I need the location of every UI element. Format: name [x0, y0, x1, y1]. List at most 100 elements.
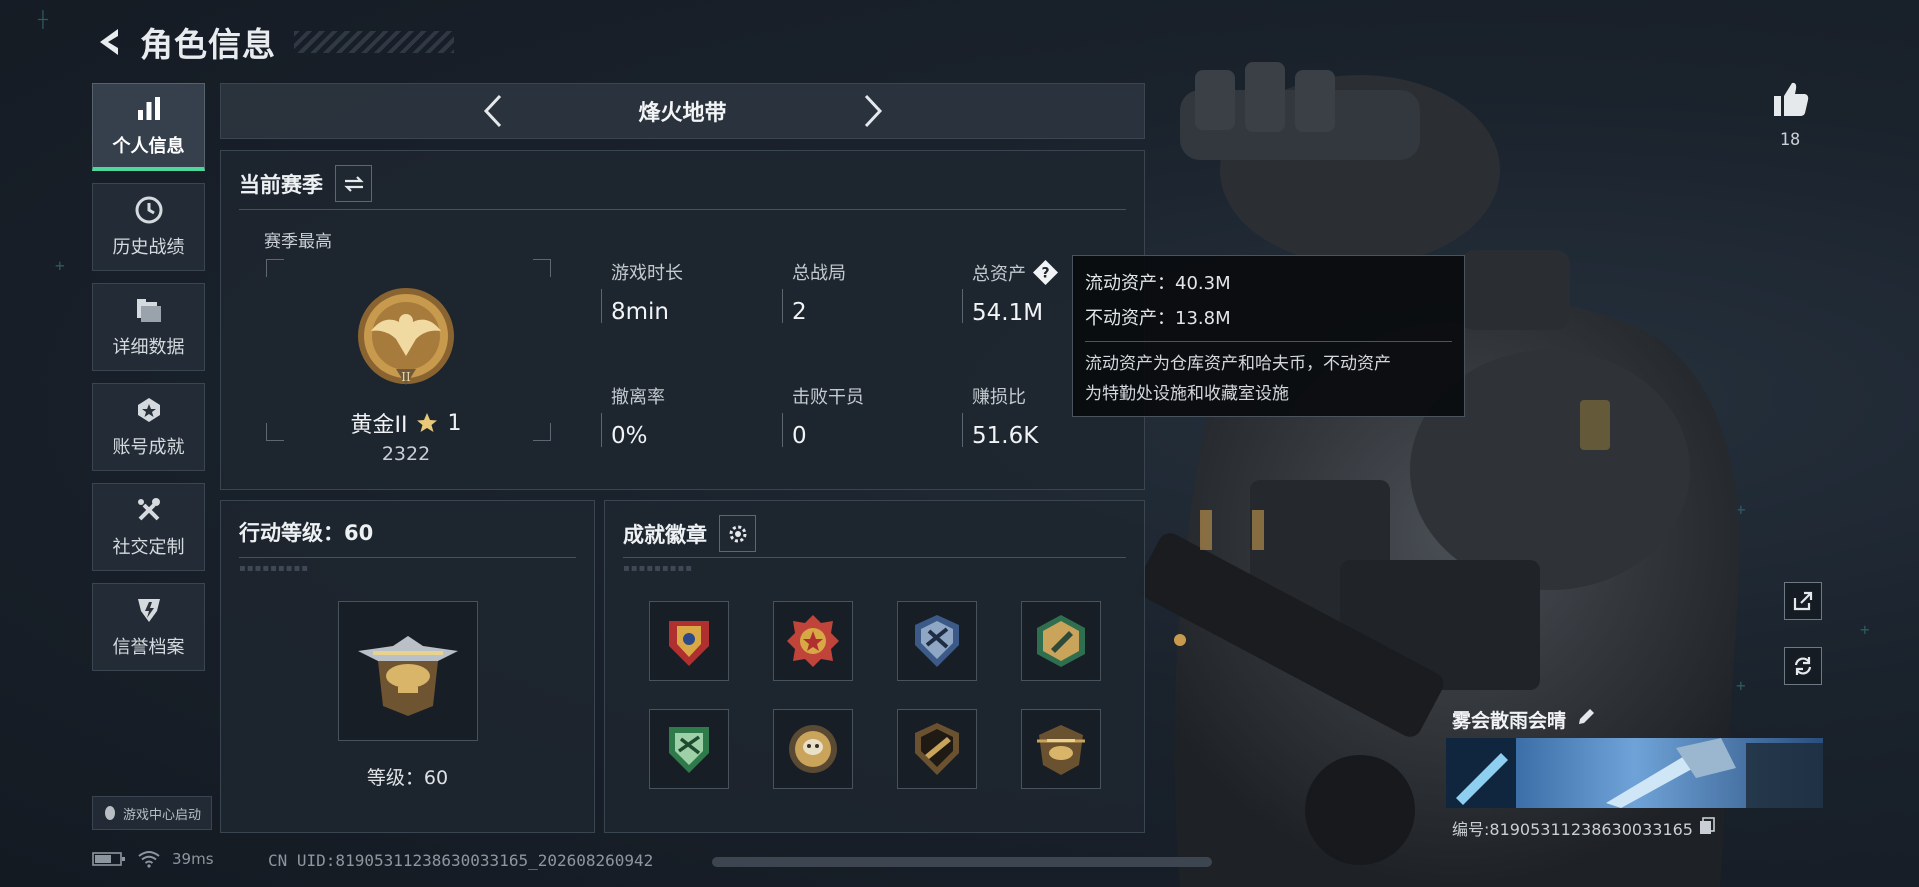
decoration-dots: ▪▪▪▪▪▪▪▪▪: [239, 563, 309, 574]
grid-mark: +: [1860, 620, 1870, 639]
badge-slot-3[interactable]: [897, 601, 977, 681]
refresh-button[interactable]: [1784, 647, 1822, 685]
share-button[interactable]: [1784, 582, 1822, 620]
sidebar-item-details[interactable]: 详细数据: [92, 283, 205, 371]
season-best-label: 赛季最高: [264, 232, 332, 252]
sidebar-item-label: 账号成就: [112, 437, 185, 458]
tooltip-desc-line1: 流动资产为仓库资产和哈夫币，不动资产: [1085, 354, 1391, 374]
sidebar: 个人信息 历史战绩 详细数据 账号成就 社交定制 信誉档案: [92, 83, 205, 683]
like-count: 18: [1779, 130, 1801, 150]
gear-icon: [729, 525, 746, 542]
prev-mode-button[interactable]: [473, 89, 513, 133]
scrollbar[interactable]: [712, 857, 1212, 867]
badge-icon-5: [669, 727, 709, 773]
shield-icon: [137, 599, 160, 622]
sidebar-item-social[interactable]: 社交定制: [92, 483, 205, 571]
wifi-icon: [138, 851, 160, 868]
badges-title: 成就徽章: [623, 522, 707, 547]
title-decoration: [294, 31, 454, 53]
action-level-title: 行动等级：60: [239, 521, 374, 545]
badge-slot-4[interactable]: [1021, 601, 1101, 681]
stat-label: 撤离率: [611, 387, 665, 408]
badge-slot-7[interactable]: [897, 709, 977, 789]
switch-season-button[interactable]: [335, 165, 372, 202]
back-arrow-icon[interactable]: [92, 25, 126, 59]
player-id-row: 编号:81905311238630033165: [1452, 816, 1715, 840]
penguin-icon: [104, 806, 115, 820]
sidebar-item-label: 个人信息: [112, 135, 185, 157]
help-icon[interactable]: ?: [1032, 259, 1059, 286]
sidebar-item-label: 历史战绩: [112, 237, 185, 258]
thumbs-up-icon[interactable]: [1768, 80, 1812, 122]
sidebar-item-history[interactable]: 历史战绩: [92, 183, 205, 271]
badge-icon-6: [789, 725, 837, 773]
rank-name-row: 黄金II 1: [281, 407, 531, 439]
game-center-launch-button[interactable]: 游戏中心启动: [92, 796, 212, 830]
rank-score: 2322: [381, 443, 431, 465]
stat-value: 0: [792, 423, 807, 449]
badge-slot-1[interactable]: [649, 601, 729, 681]
swap-icon: [343, 175, 364, 192]
chevron-left-icon: [483, 94, 501, 128]
badge-icon-4: [1037, 615, 1085, 667]
badge-settings-button[interactable]: [719, 515, 756, 552]
folder-icon: [136, 299, 161, 322]
mode-switcher: 烽火地带: [220, 83, 1145, 139]
stat-playtime: 游戏时长 8min: [601, 259, 771, 325]
stat-value: 0%: [611, 423, 648, 449]
badge-slot-8[interactable]: [1021, 709, 1101, 789]
stat-label: 总资产: [972, 263, 1026, 285]
like-area: 18: [1768, 80, 1812, 150]
star-badge-icon: [137, 398, 160, 422]
svg-text:?: ?: [1041, 266, 1049, 282]
player-nickname: 雾会散雨会晴: [1452, 710, 1567, 732]
stat-value: 51.6K: [972, 423, 1039, 449]
helicopter-level-emblem: [358, 636, 458, 716]
grid-mark: +: [55, 256, 65, 275]
stat-value: 2: [792, 299, 807, 325]
svg-text:II: II: [401, 370, 411, 384]
clock-icon: [135, 196, 162, 224]
badge-icon-1: [669, 621, 709, 666]
nickname-row: 雾会散雨会晴: [1452, 706, 1596, 733]
badge-slot-5[interactable]: [649, 709, 729, 789]
edit-icon[interactable]: [1576, 707, 1596, 732]
stat-label: 总战局: [792, 263, 846, 284]
season-title: 当前赛季: [239, 172, 323, 197]
mode-title: 烽火地带: [638, 101, 727, 126]
gold-rank-emblem: II: [358, 288, 454, 385]
badge-icon-8: [1037, 725, 1085, 775]
chevron-right-icon: [864, 94, 882, 128]
uid-text: CN UID:81905311238630033165_202608260942: [268, 851, 654, 870]
copy-icon[interactable]: [1699, 817, 1715, 839]
rank-stars: 1: [447, 410, 462, 436]
sidebar-item-personal-info[interactable]: 个人信息: [92, 83, 205, 171]
season-panel: 当前赛季 赛季最高 II 黄金II 1 2322 游戏时长 8min 总战局 2…: [220, 150, 1145, 490]
tools-icon: [137, 498, 160, 521]
sidebar-item-reputation[interactable]: 信誉档案: [92, 583, 205, 671]
player-id: 编号:81905311238630033165: [1452, 820, 1693, 839]
stat-extract-rate: 撤离率 0%: [601, 383, 771, 449]
tooltip-liquid-assets: 流动资产：40.3M: [1085, 273, 1231, 294]
next-mode-button[interactable]: [853, 89, 893, 133]
grid-mark: ┼: [38, 10, 48, 29]
player-banner: [1446, 738, 1823, 808]
refresh-icon: [1794, 657, 1812, 675]
sidebar-item-achievements[interactable]: 账号成就: [92, 383, 205, 471]
action-level-panel: 行动等级：60 ▪▪▪▪▪▪▪▪▪ 等级：60: [220, 500, 595, 833]
badge-slot-2[interactable]: [773, 601, 853, 681]
stat-value: 8min: [611, 299, 670, 325]
launch-label: 游戏中心启动: [122, 807, 201, 823]
sidebar-item-label: 详细数据: [112, 337, 185, 358]
tooltip-desc-line2: 为特勤处设施和收藏室设施: [1085, 384, 1289, 404]
assets-tooltip: 流动资产：40.3M 不动资产：13.8M 流动资产为仓库资产和哈夫币，不动资产…: [1072, 255, 1465, 417]
level-emblem-frame: [338, 601, 478, 741]
badge-slot-6[interactable]: [773, 709, 853, 789]
sidebar-item-label: 信誉档案: [112, 637, 185, 658]
decoration-dots: ▪▪▪▪▪▪▪▪▪: [623, 563, 693, 574]
stat-label: 击败干员: [792, 387, 864, 408]
stat-label: 游戏时长: [611, 263, 683, 284]
battery-icon: [92, 852, 125, 866]
badge-grid: [649, 601, 1101, 789]
rank-name: 黄金II: [350, 413, 408, 438]
